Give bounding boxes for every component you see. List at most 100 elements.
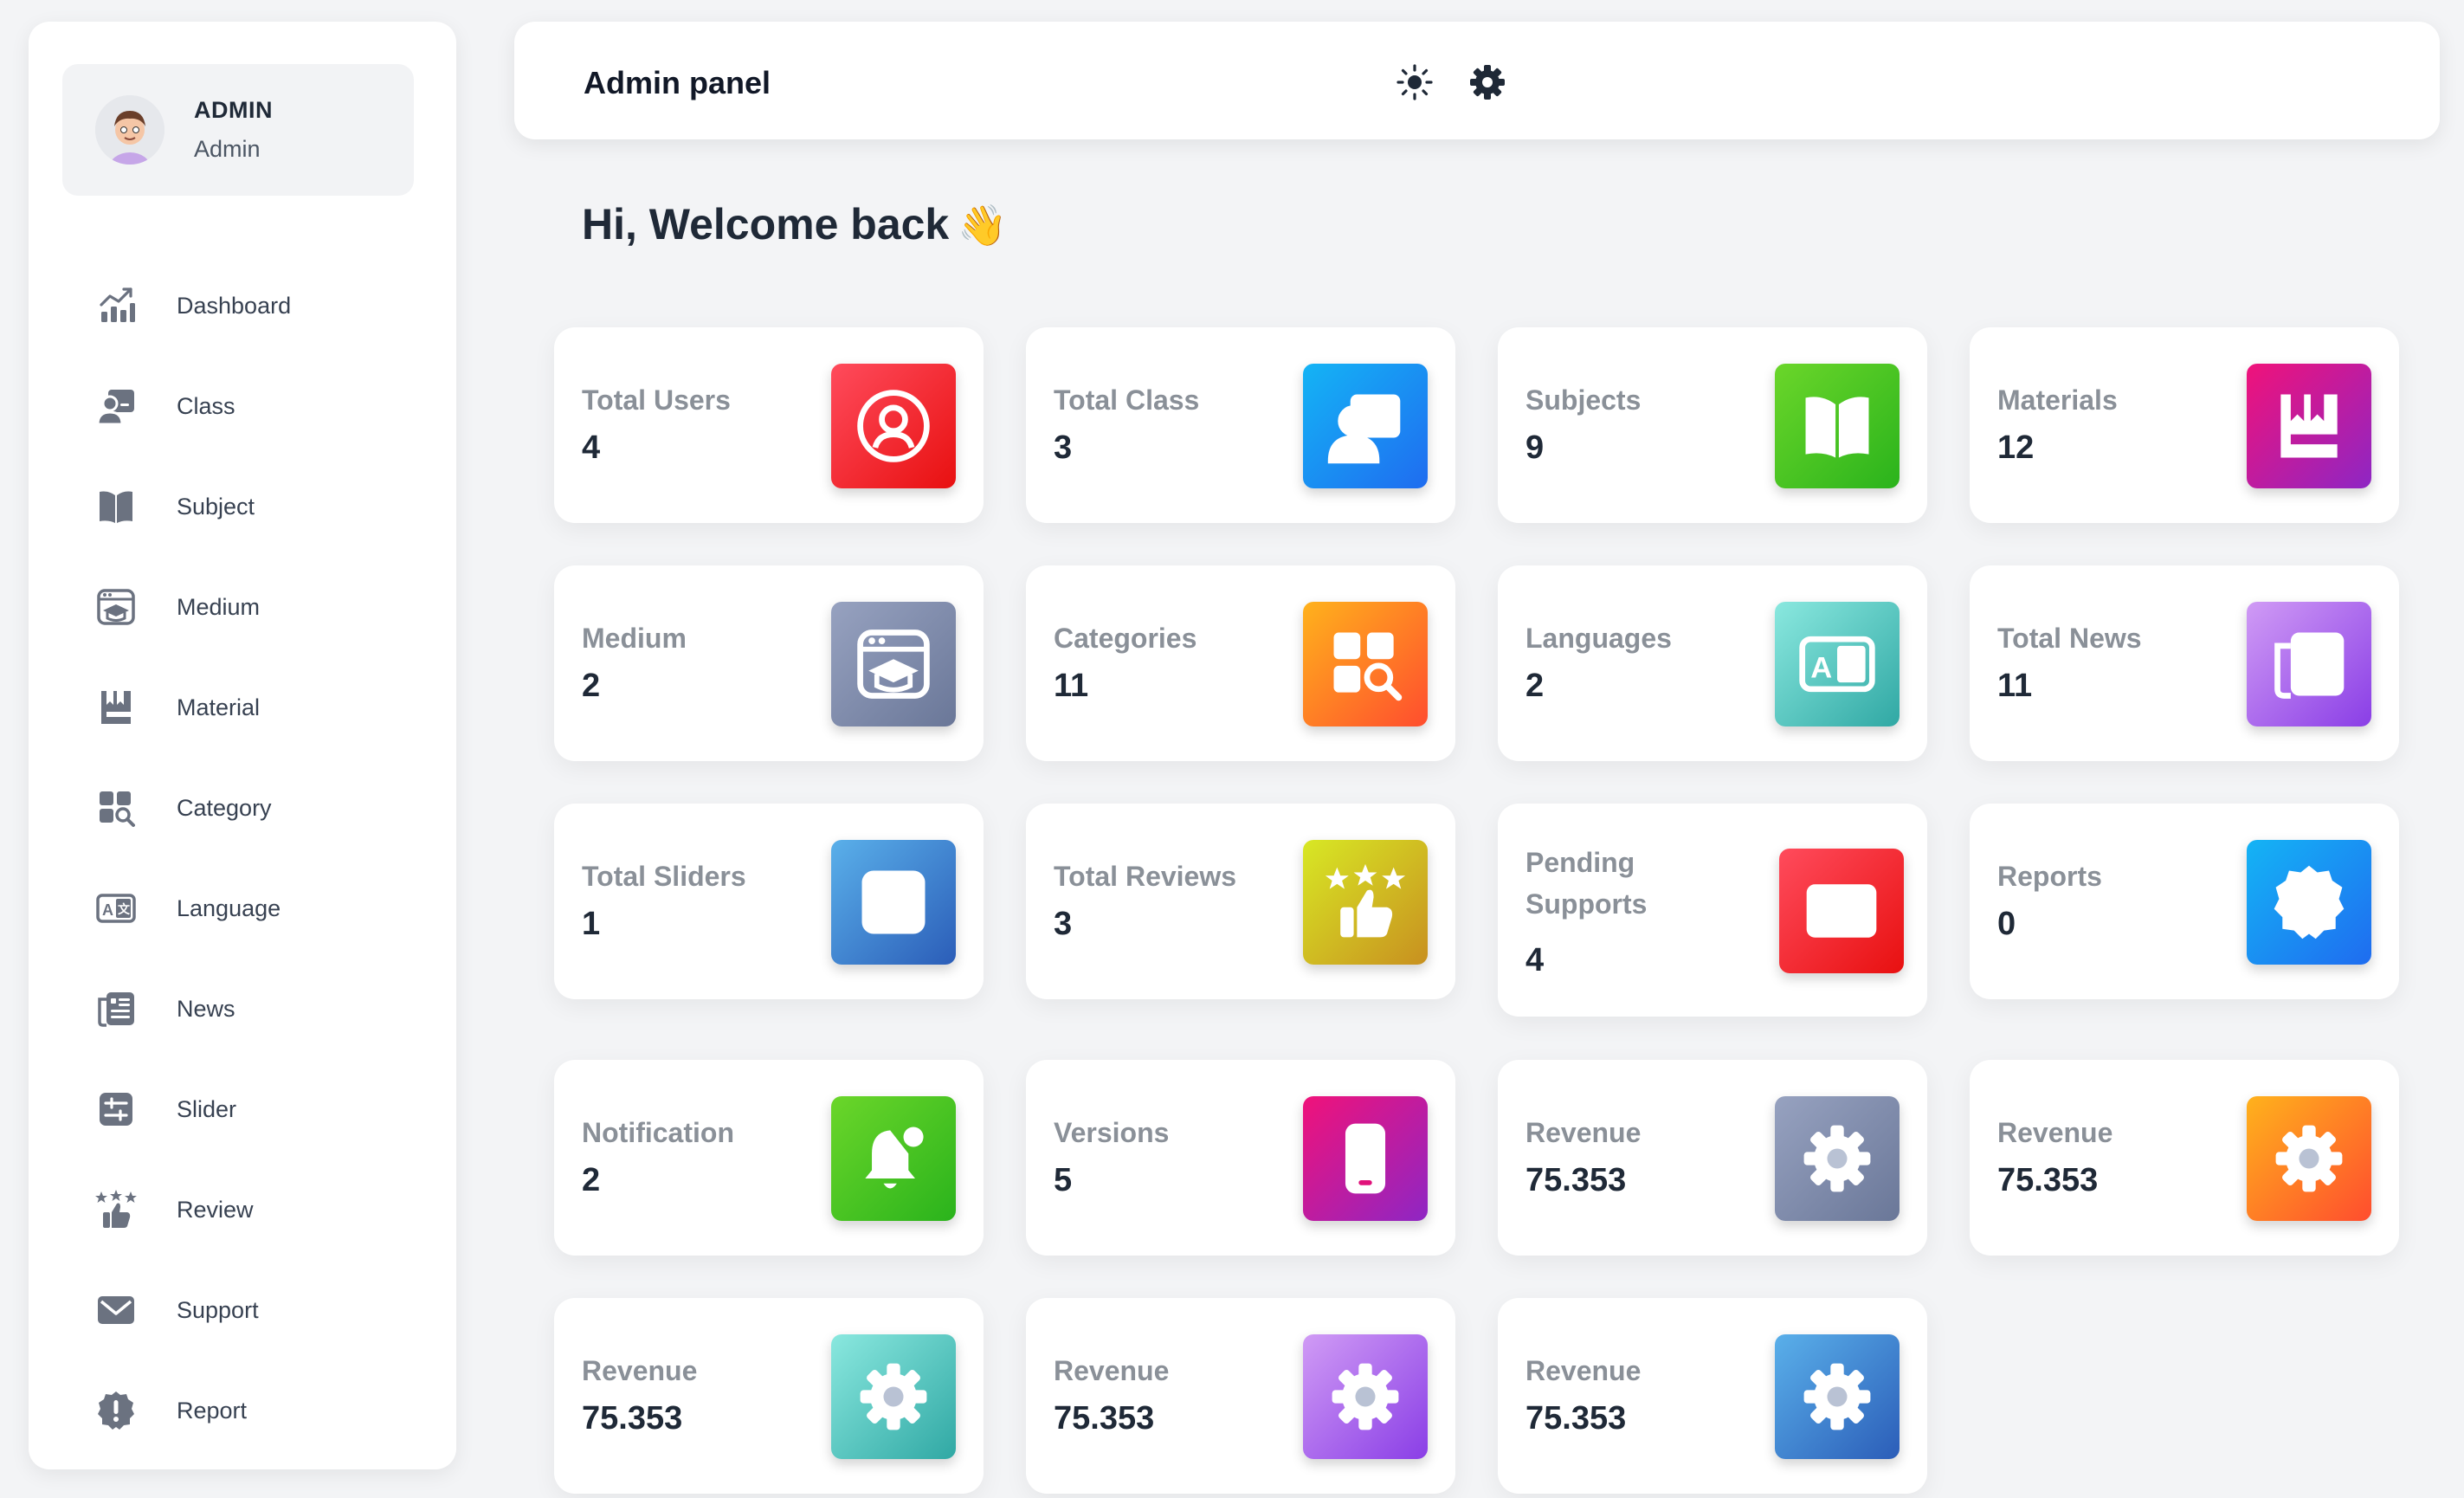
stat-card-versions[interactable]: Versions 5 xyxy=(1026,1060,1455,1256)
stat-value: 0 xyxy=(1997,906,2016,942)
sidebar-item-label: Subject xyxy=(177,493,255,520)
user-profile[interactable]: ADMIN Admin xyxy=(62,64,414,196)
sidebar-item-report[interactable]: Report xyxy=(29,1376,456,1445)
stat-value: 4 xyxy=(582,429,601,466)
stat-value: 9 xyxy=(1525,429,1545,466)
sidebar-item-subject[interactable]: Subject xyxy=(29,472,456,541)
sidebar-item-language[interactable]: A 文 Language xyxy=(29,874,456,943)
category-icon xyxy=(94,786,138,830)
stat-card-reports[interactable]: Reports 0 xyxy=(1970,804,2399,999)
stat-card-revenue[interactable]: Revenue 75.353 xyxy=(1970,1060,2399,1256)
class-icon xyxy=(94,384,138,428)
settings-button[interactable] xyxy=(1467,61,1508,103)
stat-card-pending-supports[interactable]: Pending Supports 4 xyxy=(1498,804,1927,1017)
stat-card-materials[interactable]: Materials 12 xyxy=(1970,327,2399,523)
stat-card-total-sliders[interactable]: Total Sliders 1 xyxy=(554,804,984,999)
mail-icon xyxy=(94,1288,138,1332)
mail-icon xyxy=(1779,849,1904,973)
sidebar-item-label: Slider xyxy=(177,1095,237,1122)
sidebar-item-label: Category xyxy=(177,794,272,821)
gear-icon xyxy=(1303,1334,1428,1459)
stat-card-notification[interactable]: Notification 2 xyxy=(554,1060,984,1256)
book-icon xyxy=(94,485,138,528)
sidebar-item-label: Material xyxy=(177,694,261,720)
sidebar-item-material[interactable]: Material xyxy=(29,673,456,742)
stat-label: Revenue xyxy=(1997,1117,2113,1148)
stat-card-total-news[interactable]: Total News 11 xyxy=(1970,565,2399,761)
svg-text:A: A xyxy=(1810,651,1832,684)
sidebar-item-category[interactable]: Category xyxy=(29,773,456,843)
stat-value: 5 xyxy=(1054,1162,1073,1198)
review-icon xyxy=(94,1188,138,1231)
stat-card-revenue[interactable]: Revenue 75.353 xyxy=(1026,1298,1455,1494)
sidebar-item-review[interactable]: Review xyxy=(29,1175,456,1244)
gear-icon xyxy=(1775,1334,1900,1459)
sidebar-item-label: Review xyxy=(177,1196,254,1223)
stat-card-total-class[interactable]: Total Class 3 xyxy=(1026,327,1455,523)
page-title: Admin panel xyxy=(584,65,771,100)
review-icon xyxy=(1303,840,1428,965)
sidebar-item-label: Dashboard xyxy=(177,292,292,319)
report-icon xyxy=(94,1389,138,1432)
sidebar: ADMIN Admin Dashboard Class Subject Medium M… xyxy=(29,22,456,1469)
stat-card-total-reviews[interactable]: Total Reviews 3 xyxy=(1026,804,1455,999)
stat-card-revenue[interactable]: Revenue 75.353 xyxy=(554,1298,984,1494)
user-icon xyxy=(831,364,956,488)
slider-icon xyxy=(94,1088,138,1131)
sidebar-item-support[interactable]: Support xyxy=(29,1275,456,1345)
medium-icon xyxy=(831,602,956,726)
stat-value: 11 xyxy=(1997,668,2033,704)
stat-label: Revenue xyxy=(582,1355,698,1386)
material-icon xyxy=(2247,364,2371,488)
language-icon: A文 xyxy=(1775,602,1900,726)
stat-card-revenue[interactable]: Revenue 75.353 xyxy=(1498,1060,1927,1256)
stat-card-languages[interactable]: Languages 2 A 文 xyxy=(1498,565,1927,761)
stat-value: 75.353 xyxy=(582,1400,683,1437)
stat-label: Materials xyxy=(1997,384,2118,416)
stat-value: 2 xyxy=(582,668,601,704)
stat-card-revenue[interactable]: Revenue 75.353 xyxy=(1498,1298,1927,1494)
medium-icon xyxy=(94,585,138,629)
stat-label: Revenue xyxy=(1054,1355,1170,1386)
top-header: Admin panel xyxy=(514,22,2440,139)
stat-value: 3 xyxy=(1054,429,1073,466)
stat-label: Languages xyxy=(1525,623,1672,654)
gear-icon xyxy=(1470,65,1505,100)
stat-label: Revenue xyxy=(1525,1117,1642,1148)
sidebar-item-label: Report xyxy=(177,1397,248,1424)
sidebar-item-label: News xyxy=(177,995,235,1022)
stat-label: Total Users xyxy=(582,384,731,416)
stat-value: 3 xyxy=(1054,906,1073,942)
bell-icon xyxy=(831,1096,956,1221)
stat-card-subjects[interactable]: Subjects 9 xyxy=(1498,327,1927,523)
sidebar-item-label: Language xyxy=(177,894,281,921)
language-icon: A文 xyxy=(94,887,138,930)
gear-icon xyxy=(1775,1096,1900,1221)
sidebar-item-slider[interactable]: Slider xyxy=(29,1075,456,1144)
stat-card-medium[interactable]: Medium 2 xyxy=(554,565,984,761)
news-icon xyxy=(2247,602,2371,726)
stat-value: 1 xyxy=(582,906,601,942)
svg-text:文: 文 xyxy=(118,902,131,917)
stat-card-categories[interactable]: Categories 11 xyxy=(1026,565,1455,761)
stat-label: Subjects xyxy=(1525,384,1642,416)
sidebar-item-label: Support xyxy=(177,1296,259,1323)
gear-icon xyxy=(831,1334,956,1459)
sidebar-item-class[interactable]: Class xyxy=(29,371,456,441)
stat-label: Medium xyxy=(582,623,687,654)
theme-toggle-button[interactable] xyxy=(1394,61,1435,103)
news-icon xyxy=(94,987,138,1030)
category-icon xyxy=(1303,602,1428,726)
welcome-heading: Hi, Welcome back 👋 xyxy=(582,199,1008,249)
stat-label: Notification xyxy=(582,1117,734,1148)
sidebar-item-dashboard[interactable]: Dashboard xyxy=(29,271,456,340)
stat-value: 75.353 xyxy=(1525,1162,1627,1198)
stat-value: 12 xyxy=(1997,429,2035,466)
stat-card-total-users[interactable]: Total Users 4 xyxy=(554,327,984,523)
sidebar-item-news[interactable]: News xyxy=(29,974,456,1043)
slider-icon xyxy=(831,840,956,965)
avatar xyxy=(95,95,164,165)
sidebar-item-medium[interactable]: Medium xyxy=(29,572,456,642)
welcome-text: Hi, Welcome back xyxy=(582,200,950,249)
class-icon xyxy=(1303,364,1428,488)
